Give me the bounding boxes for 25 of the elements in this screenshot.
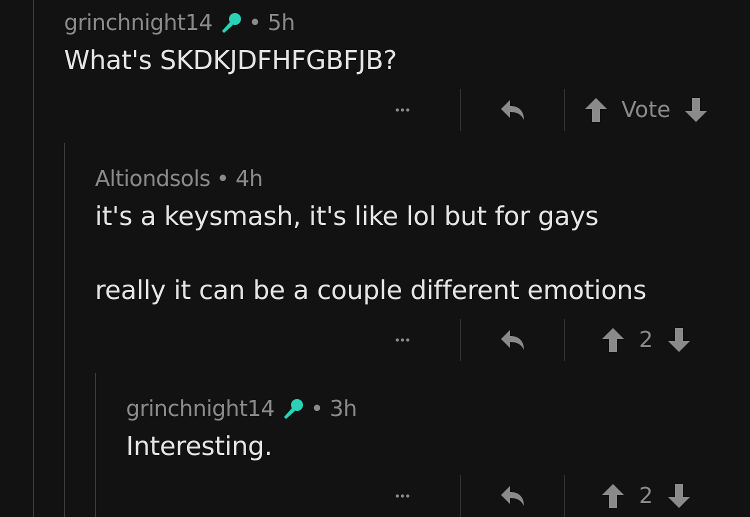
upvote-icon[interactable] [601, 327, 625, 353]
comment-text: it's a keysmash, it's like lol but for gays [95, 201, 600, 234]
downvote-icon[interactable] [667, 327, 691, 353]
downvote-icon[interactable] [684, 97, 708, 123]
vote-score: 2 [639, 484, 653, 508]
more-options-button[interactable]: ••• [395, 103, 411, 117]
upvote-icon[interactable] [584, 97, 608, 123]
upvote-icon[interactable] [601, 483, 625, 509]
vote-score: 2 [639, 328, 653, 352]
reply-icon[interactable] [498, 98, 526, 122]
more-options-button[interactable]: ••• [395, 489, 411, 503]
comment-text: What's SKDKJDFHFGBFJB? [64, 45, 398, 78]
comment-author[interactable]: grinchnight14 [64, 10, 212, 36]
comment-time: • 5h [248, 10, 295, 36]
comment-author[interactable]: Altiondsols [95, 166, 210, 192]
comment-text: really it can be a couple different emotions [95, 275, 648, 308]
reply-icon[interactable] [498, 484, 526, 508]
downvote-icon[interactable] [667, 483, 691, 509]
comment-text: Interesting. [126, 431, 274, 464]
comment-time: • 4h [216, 166, 263, 192]
vote-score: Vote [622, 98, 670, 122]
comment-time: • 3h [310, 396, 357, 422]
comment-author[interactable]: grinchnight14 [126, 396, 274, 422]
more-options-button[interactable]: ••• [395, 333, 411, 347]
reply-icon[interactable] [498, 328, 526, 352]
